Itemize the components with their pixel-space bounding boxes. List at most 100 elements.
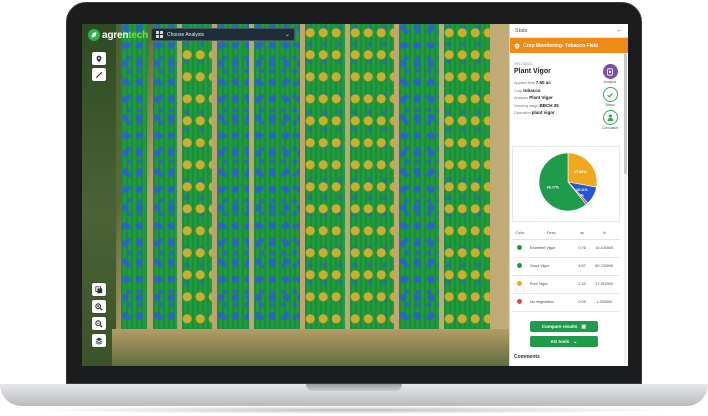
location-button[interactable] [92, 52, 106, 65]
logo-text-right: tech [128, 29, 148, 41]
ruler-icon [95, 71, 103, 78]
table-row: Excellent Vigor 0.76 10.100000 [512, 239, 620, 258]
info-value: Plant Vigor [529, 95, 553, 100]
table-header: Color [512, 227, 528, 240]
stats-panel: Stats ← Crop Monitoring- Tobacco Field 0… [509, 24, 628, 366]
layers-toggle-button[interactable] [92, 283, 106, 296]
row-desc: Poor Vigor [527, 275, 576, 294]
row-ac: 4.57 [575, 257, 589, 276]
crop-strip [399, 24, 439, 344]
panel-scrollbar[interactable] [624, 54, 627, 364]
action-label: Status [605, 103, 615, 107]
zoom-out-button[interactable] [92, 317, 106, 330]
compare-results-label: Compare results [541, 324, 578, 329]
zoom-in-icon [95, 302, 103, 311]
analysis-date: 09/17/2020 [514, 62, 532, 66]
table-header-row: Color Desc. ac % [512, 227, 620, 240]
info-value: tobacco [523, 87, 541, 93]
table-row: No Vegetation 0.09 1.200000 [512, 293, 620, 312]
crop-strip [153, 24, 177, 344]
ag-tools-label: AG tools [550, 339, 570, 344]
grid-icon [156, 31, 163, 38]
info-value: BBCH 35 [539, 102, 559, 108]
row-desc: Good Vigor [527, 257, 576, 276]
laptop-notch [306, 384, 402, 391]
row-pct: 1.200000 [588, 293, 620, 312]
color-dot [517, 281, 523, 286]
vigor-table: Color Desc. ac % Excellent Vigor 0.76 10… [512, 227, 620, 312]
field-banner[interactable]: Crop Monitoring- Tobacco Field [510, 38, 628, 53]
leaf-icon [88, 29, 100, 41]
color-dot [517, 263, 523, 268]
chevron-down-icon: ⌄ [284, 32, 290, 38]
action-label: Analysis [603, 80, 617, 84]
consultant-action-button[interactable]: Consultant [595, 110, 625, 130]
row-pct: 27.910000 [588, 275, 620, 294]
row-ac: 2.10 [575, 275, 589, 294]
analysis-heading: Plant Vigor [514, 68, 551, 75]
location-pin-icon [96, 55, 102, 62]
info-label: Analysis [514, 96, 529, 100]
row-pct: 60.740000 [588, 257, 620, 276]
side-actions: Analysis Status Consultant [595, 64, 625, 133]
logo-text-left: agren [102, 29, 129, 41]
info-label: Growing stage [514, 103, 539, 108]
analysis-icon [602, 64, 618, 79]
info-row: Growing stage BBCH 35 [514, 103, 594, 108]
panel-header: Stats ← [510, 24, 628, 38]
ag-tools-button[interactable]: AG tools ⌄ [530, 336, 598, 347]
choose-analysis-label: Choose Analysis [167, 31, 204, 38]
app-logo[interactable]: agrentech [88, 28, 148, 42]
table-row: Good Vigor 4.57 60.740000 [512, 257, 620, 276]
copy-layers-icon [95, 285, 103, 293]
info-label: Applied field [514, 81, 535, 85]
info-row: Operation plant vigor [514, 110, 594, 115]
pie-slice-label: 60.77% [547, 186, 560, 190]
status-action-button[interactable]: Status [595, 87, 625, 107]
chevron-down-icon: ⌄ [573, 338, 578, 345]
stack-icon [95, 337, 103, 345]
analysis-info: 09/17/2020 Plant Vigor Applied field 7.5… [514, 62, 594, 118]
crop-strip [305, 24, 345, 344]
table-row: Poor Vigor 2.10 27.910000 [512, 275, 620, 294]
zoom-out-icon [95, 319, 103, 328]
row-pct: 10.100000 [588, 239, 620, 258]
analysis-action-button[interactable]: Analysis [595, 64, 625, 84]
info-value: 7.50 ac [535, 80, 551, 85]
info-value: plant vigor [531, 110, 555, 115]
info-label: Operation [514, 111, 531, 115]
arrow-left-icon[interactable]: ← [616, 27, 623, 34]
comments-heading: Comments [514, 354, 540, 360]
info-row: Analysis Plant Vigor [514, 95, 594, 100]
crop-strip [182, 24, 212, 344]
zoom-in-button[interactable] [92, 300, 106, 313]
laptop-shadow [30, 406, 678, 414]
crop-strip [254, 24, 300, 344]
field-map[interactable]: agrentech Choose Analysis ⌄ [82, 24, 509, 366]
color-dot [517, 245, 523, 250]
row-desc: Excellent Vigor [527, 239, 576, 258]
basemap-button[interactable] [92, 334, 106, 347]
table-header: Desc. [527, 227, 576, 240]
action-label: Consultant [601, 126, 619, 130]
panel-title: Stats [515, 27, 528, 34]
row-ac: 0.76 [575, 239, 589, 258]
vigor-pie-chart: 27.82% 10.11% 1.2% 60.77% [512, 146, 620, 222]
choose-analysis-select[interactable]: Choose Analysis ⌄ [151, 28, 295, 41]
crop-strip [444, 24, 490, 344]
map-pin-icon [514, 37, 520, 55]
pie-svg: 27.82%10.11%1.2%60.77% [538, 152, 598, 212]
row-ac: 0.09 [575, 293, 589, 312]
logo-text: agrentech [102, 30, 148, 41]
table-header: ac [575, 227, 589, 240]
info-row: Applied field 7.50 ac [514, 80, 594, 85]
compare-results-button[interactable]: Compare results ▣ [530, 321, 598, 332]
row-desc: No Vegetation [527, 293, 576, 312]
table-header: % [588, 227, 620, 240]
field-name: Crop Monitoring- Tobacco Field [523, 42, 599, 49]
info-label: Crop [514, 88, 523, 93]
pie-slice-label: 27.82% [574, 170, 587, 174]
crop-strip [217, 24, 249, 344]
measure-button[interactable] [92, 68, 106, 81]
map-field-edge [112, 329, 509, 366]
